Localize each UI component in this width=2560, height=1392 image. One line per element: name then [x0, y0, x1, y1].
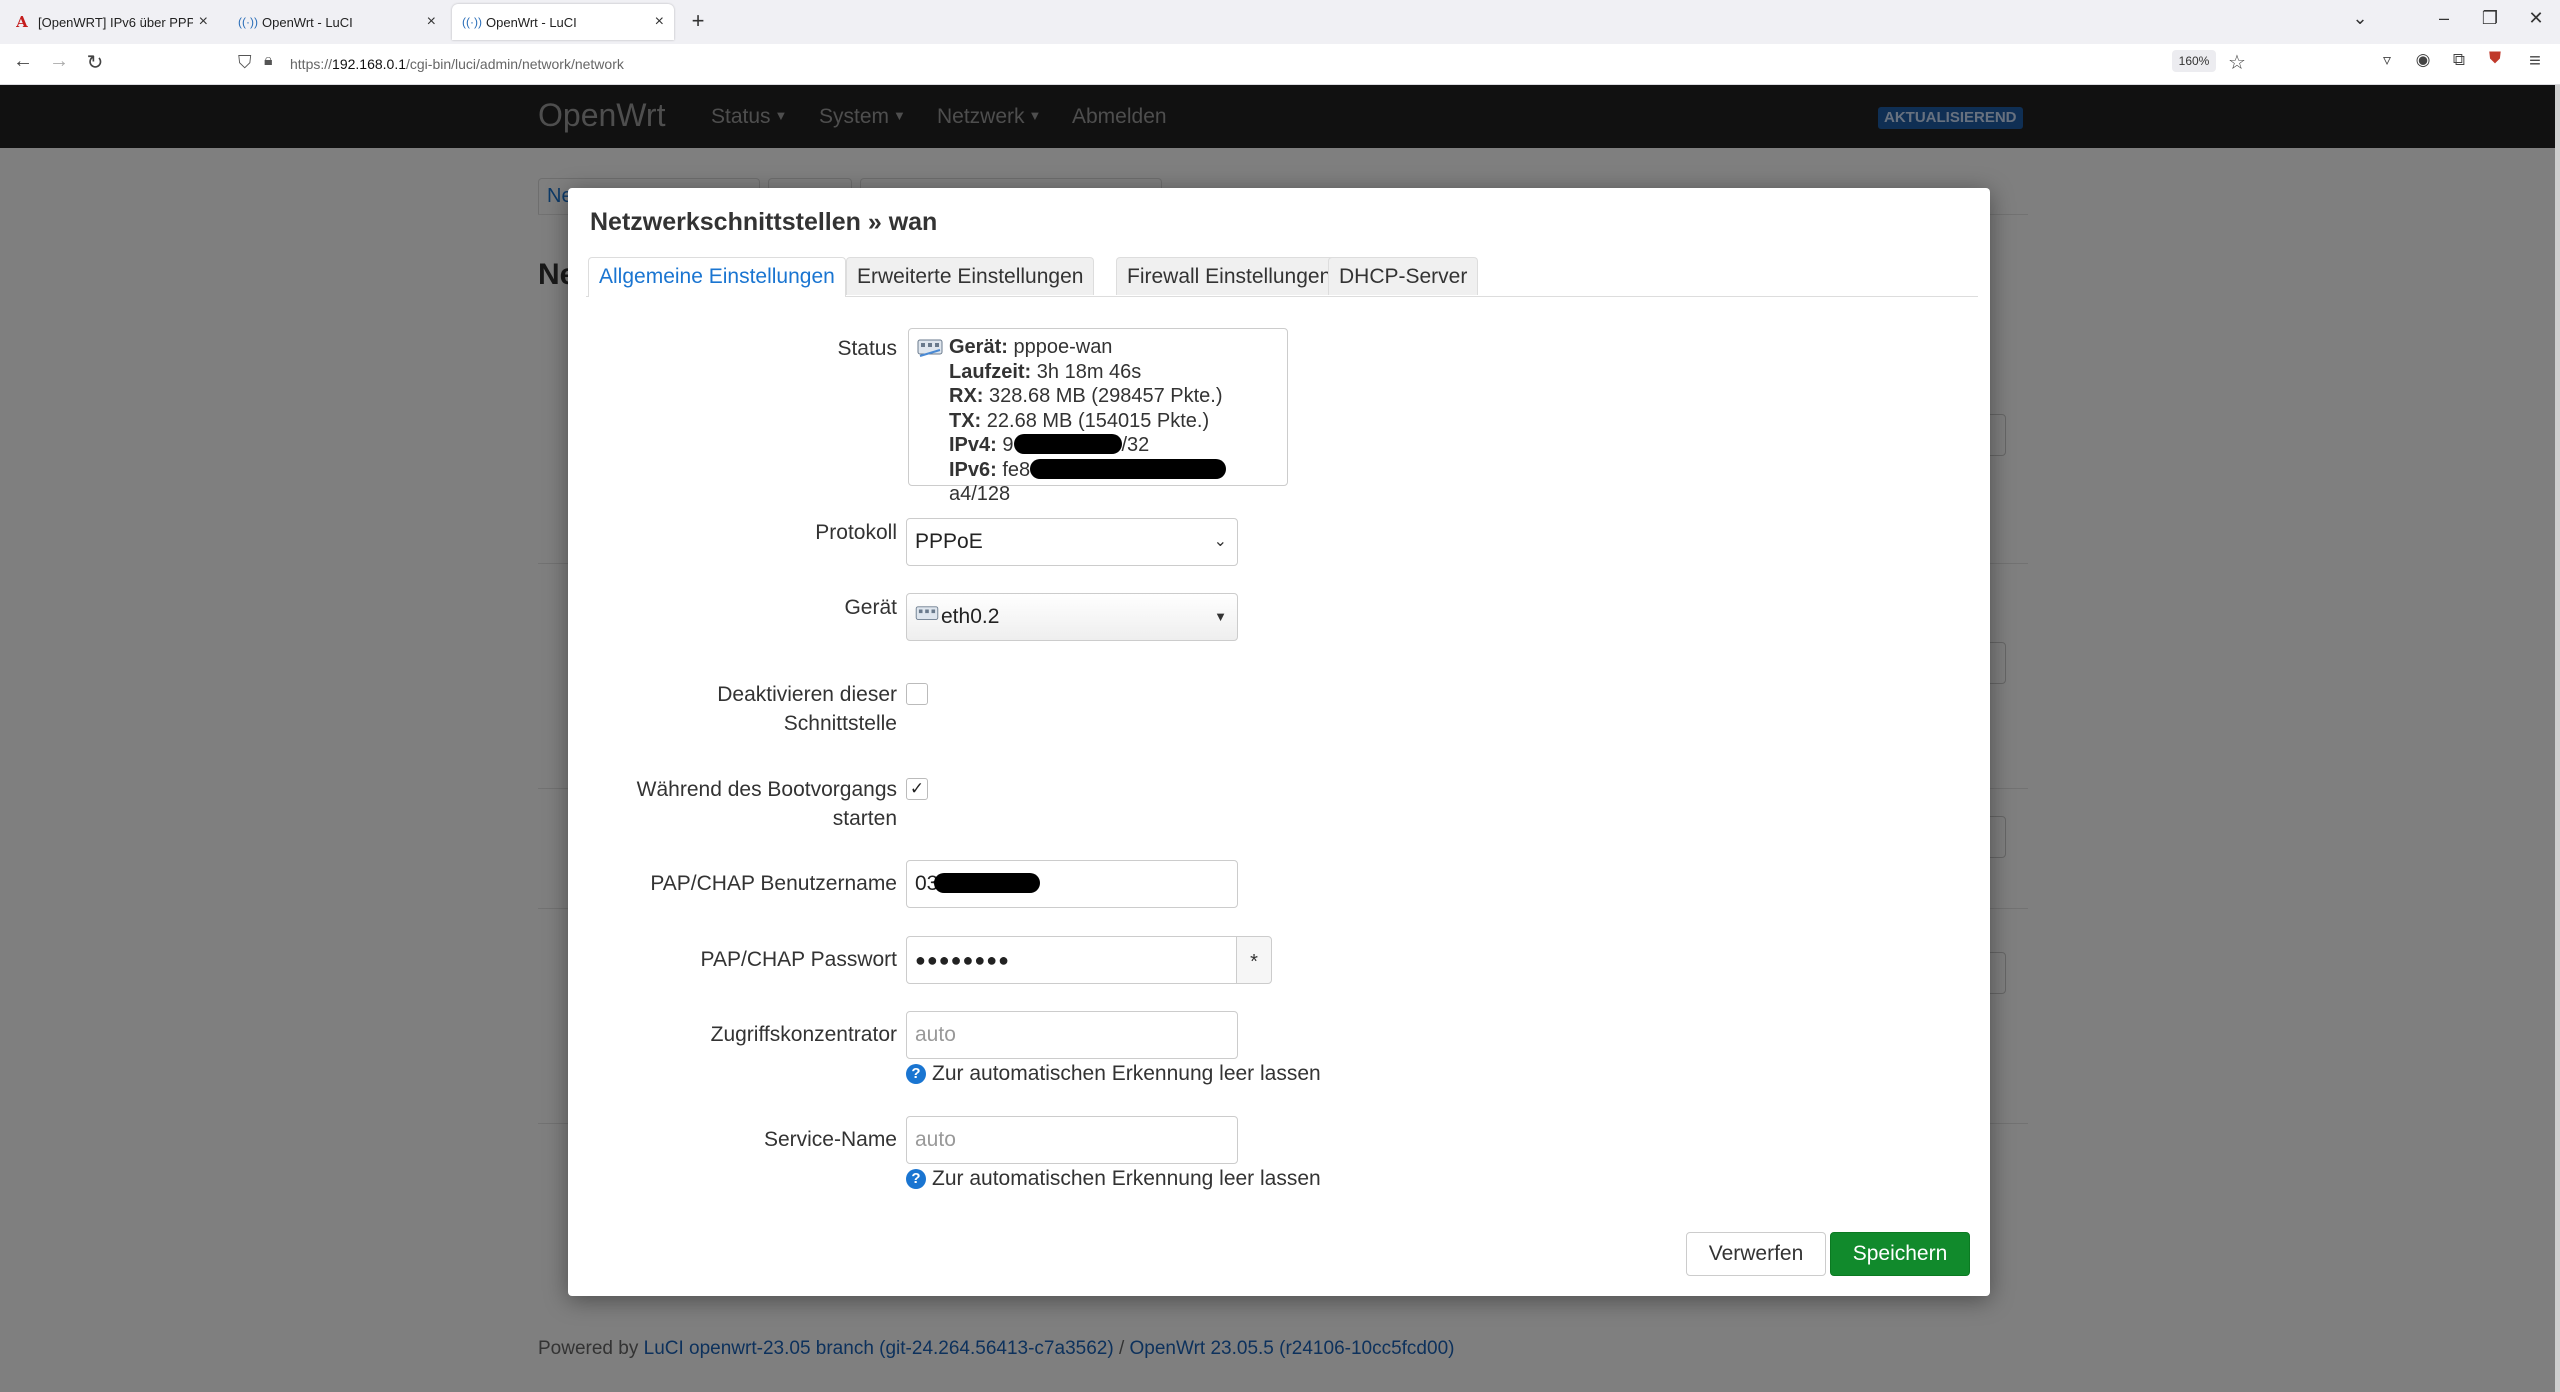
browser-tab-forum[interactable]: A [OpenWRT] IPv6 über PPPoe ni × [4, 4, 218, 40]
url-text[interactable]: https://192.168.0.1/cgi-bin/luci/admin/n… [290, 56, 624, 72]
modal-title: Netzwerkschnittstellen » wan [590, 208, 938, 236]
modal-tab-bar: Allgemeine Einstellungen Erweiterte Eins… [586, 256, 1978, 297]
close-tab-icon[interactable]: × [655, 13, 664, 31]
tab-advanced-settings[interactable]: Erweiterte Einstellungen [846, 257, 1095, 295]
password-label: PAP/CHAP Passwort [700, 948, 897, 971]
redaction-mark [934, 873, 1041, 893]
new-tab-button[interactable]: + [684, 8, 712, 34]
tab-title: [OpenWRT] IPv6 über PPPoe ni [38, 14, 193, 30]
service-name-label: Service-Name [763, 1128, 897, 1151]
zoom-level-badge[interactable]: 160% [2172, 50, 2216, 72]
caret-down-icon: ▼ [1214, 609, 1227, 624]
interface-edit-modal: Netzwerkschnittstellen » wan Allgemeine … [568, 188, 1990, 1296]
start-on-boot-checkbox[interactable]: ✓ [906, 778, 928, 800]
protocol-label: Protokoll [815, 521, 897, 544]
disable-interface-checkbox[interactable] [906, 683, 928, 705]
ublock-icon[interactable]: ⛊ [2482, 50, 2508, 68]
interface-status-box: Gerät: pppoe-wan Laufzeit: 3h 18m 46s RX… [908, 328, 1288, 505]
close-tab-icon[interactable]: × [199, 13, 208, 31]
extensions-icon[interactable]: ⧉ [2446, 50, 2472, 70]
restore-icon[interactable]: ❐ [2476, 8, 2504, 29]
concentrator-label: Zugriffskonzentrator [710, 1023, 897, 1046]
bookmark-star-icon[interactable]: ☆ [2224, 50, 2250, 75]
discard-button[interactable]: Verwerfen [1686, 1232, 1826, 1276]
minimize-icon[interactable]: – [2430, 8, 2458, 29]
device-dropdown[interactable]: eth0.2 ▼ [906, 593, 1238, 641]
window-close-icon[interactable]: ✕ [2522, 8, 2550, 29]
service-name-input[interactable]: auto [906, 1116, 1238, 1164]
tab-dhcp-server[interactable]: DHCP-Server [1328, 257, 1479, 295]
browser-tab-luci-active[interactable]: ((·)) OpenWrt - LuCI × [452, 4, 674, 40]
status-label: Status [837, 337, 897, 360]
tab-title: OpenWrt - LuCI [262, 14, 353, 30]
status-rx: 328.68 MB (298457 Pkte.) [989, 385, 1223, 407]
tab-general-settings[interactable]: Allgemeine Einstellungen [588, 257, 846, 297]
openwrt-favicon-icon: ((·)) [238, 15, 258, 29]
back-icon[interactable]: ← [10, 50, 36, 73]
username-input[interactable]: 03 [906, 860, 1238, 908]
close-tab-icon[interactable]: × [427, 13, 436, 31]
lock-icon[interactable]: 🔒︎ [264, 52, 273, 70]
reload-icon[interactable]: ↻ [82, 50, 108, 75]
help-icon: ? [906, 1064, 926, 1084]
username-label: PAP/CHAP Benutzername [650, 872, 897, 895]
redaction-mark [1030, 458, 1227, 479]
openwrt-favicon-icon: ((·)) [462, 15, 482, 29]
status-uptime: 3h 18m 46s [1036, 360, 1142, 383]
concentrator-hint: ? Zur automatischen Erkennung leer lassen [906, 1062, 1321, 1086]
device-label: Gerät [844, 596, 897, 619]
tab-title: OpenWrt - LuCI [486, 14, 577, 30]
disable-interface-label: Deaktivieren dieser Schnittstelle [717, 683, 897, 735]
service-name-hint: ? Zur automatischen Erkennung leer lassen [906, 1167, 1321, 1191]
app-menu-icon[interactable]: ≡ [2522, 50, 2548, 73]
account-icon[interactable]: ◉ [2410, 50, 2436, 70]
shield-icon[interactable]: ⛉ [238, 52, 252, 73]
pocket-icon[interactable]: ▿ [2374, 50, 2400, 70]
help-icon: ? [906, 1169, 926, 1189]
browser-tab-luci-1[interactable]: ((·)) OpenWrt - LuCI × [228, 4, 446, 40]
browser-tab-bar: A [OpenWRT] IPv6 über PPPoe ni × ((·)) O… [0, 0, 2560, 45]
tab-list-chevron-icon[interactable]: ⌄ [2346, 8, 2374, 29]
password-input[interactable]: ●●●●●●●● [906, 936, 1238, 984]
ethernet-port-icon [917, 338, 943, 358]
forward-icon[interactable]: → [46, 50, 72, 73]
page-scrollbar[interactable] [2555, 85, 2560, 1392]
forum-favicon-icon: A [16, 13, 28, 31]
ethernet-port-icon [915, 595, 941, 641]
status-tx: 22.68 MB (154015 Pkte.) [986, 409, 1210, 432]
start-on-boot-label: Während des Bootvorgangs starten [636, 778, 897, 830]
password-reveal-button[interactable]: * [1236, 936, 1272, 984]
browser-nav-bar: ← → ↻ ⛉ 🔒︎ https://192.168.0.1/cgi-bin/l… [0, 44, 2560, 85]
chevron-down-icon: ⌄ [1213, 533, 1227, 550]
tab-firewall-settings[interactable]: Firewall Einstellungen [1116, 257, 1343, 295]
save-button[interactable]: Speichern [1830, 1232, 1970, 1276]
status-device: pppoe-wan [1013, 336, 1113, 358]
address-bar[interactable]: ⛉ 🔒︎ https://192.168.0.1/cgi-bin/luci/ad… [230, 48, 2260, 80]
concentrator-input[interactable]: auto [906, 1011, 1238, 1059]
protocol-select[interactable]: PPPoE ⌄ [906, 518, 1238, 566]
redaction-mark [1013, 434, 1122, 454]
